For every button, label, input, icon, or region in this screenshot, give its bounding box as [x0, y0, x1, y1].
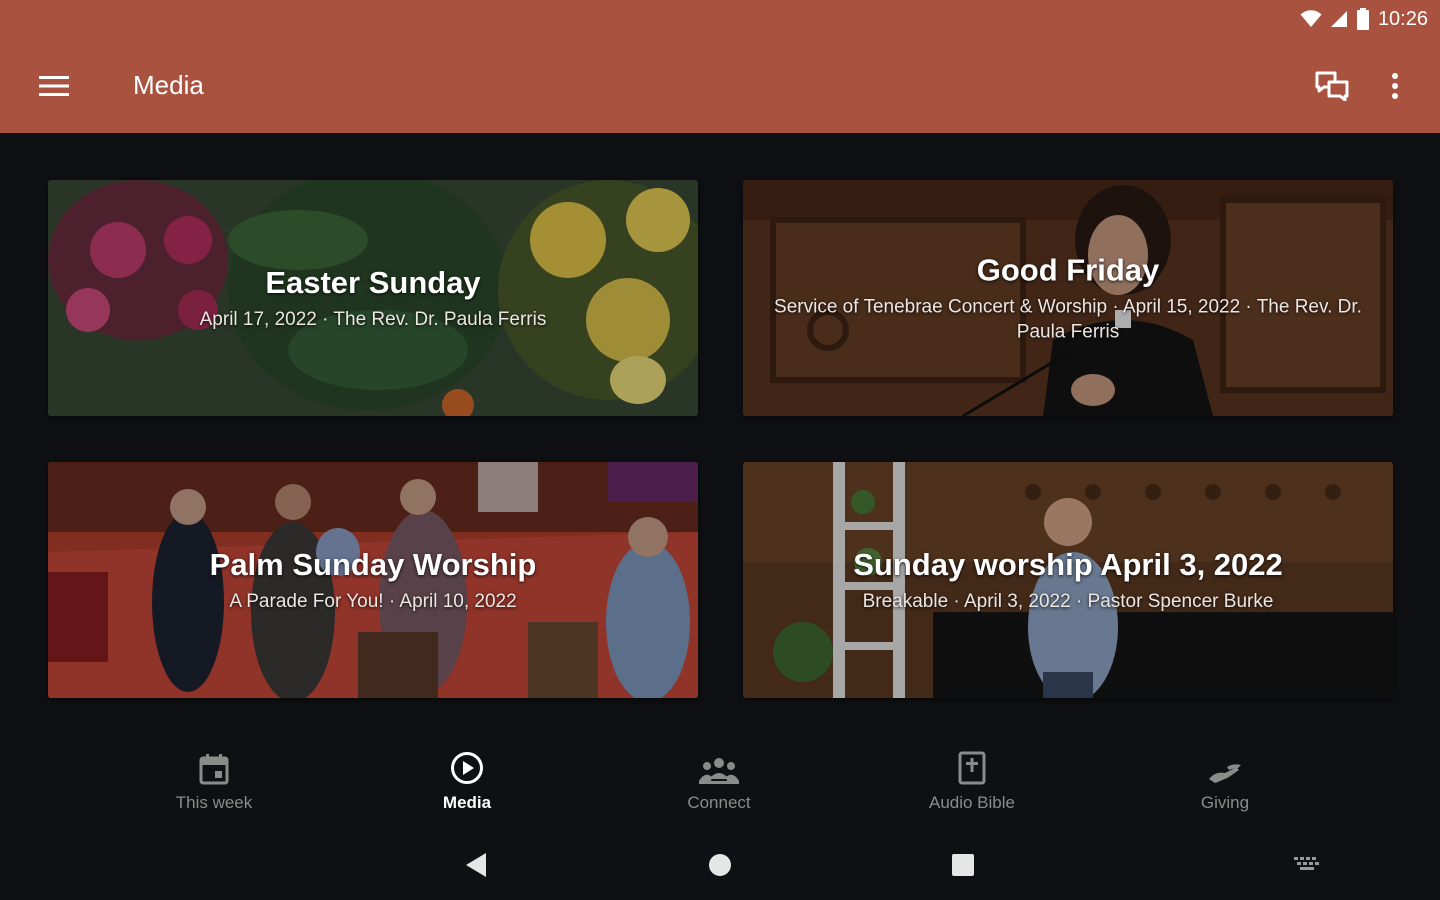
bottom-navigation: This week Media Connect Audio Bible Givi… [0, 745, 1440, 830]
nav-item-giving[interactable]: Giving [1140, 745, 1310, 830]
media-title: Easter Sunday [265, 264, 481, 300]
media-subtitle: Breakable · April 3, 2022 · Pastor Spenc… [862, 591, 1274, 613]
media-card-easter-sunday[interactable]: Easter Sunday April 17, 2022 · The Rev. … [48, 180, 698, 416]
app-bar: Media [0, 50, 1440, 122]
app-header: 10:26 Media [0, 0, 1440, 133]
signal-icon [1330, 11, 1347, 27]
nav-label: Giving [1200, 793, 1250, 812]
giving-hand-icon [1209, 764, 1241, 783]
more-vert-icon [1392, 73, 1398, 99]
home-icon [709, 854, 731, 876]
recents-icon [952, 854, 974, 876]
chat-icon [1315, 71, 1349, 101]
nav-label: Connect [687, 793, 751, 812]
media-card-palm-sunday-worship[interactable]: Palm Sunday Worship A Parade For You! · … [48, 462, 698, 698]
nav-item-this-week[interactable]: This week [129, 745, 299, 830]
system-navigation [0, 840, 1440, 890]
menu-icon [39, 76, 69, 96]
battery-icon [1356, 8, 1369, 30]
chat-button[interactable] [1310, 66, 1354, 106]
keyboard-button[interactable] [1287, 850, 1327, 880]
keyboard-icon [1294, 857, 1319, 870]
recents-button[interactable] [943, 850, 983, 880]
nav-item-audio-bible[interactable]: Audio Bible [887, 745, 1057, 830]
back-icon [466, 853, 486, 877]
status-bar: 10:26 [1300, 6, 1428, 32]
nav-label: Audio Bible [928, 793, 1015, 812]
menu-button[interactable] [30, 66, 78, 106]
back-button[interactable] [456, 850, 496, 880]
media-title: Palm Sunday Worship [209, 546, 537, 582]
group-icon [699, 758, 739, 784]
nav-item-connect[interactable]: Connect [634, 745, 804, 830]
media-card-sunday-worship-april-3[interactable]: Sunday worship April 3, 2022 Breakable ·… [743, 462, 1393, 698]
nav-label: This week [175, 793, 253, 812]
media-subtitle: April 17, 2022 · The Rev. Dr. Paula Ferr… [199, 309, 547, 331]
calendar-icon [199, 754, 229, 785]
status-time: 10:26 [1377, 7, 1428, 30]
media-title: Sunday worship April 3, 2022 [853, 546, 1283, 582]
media-subtitle: Service of Tenebrae Concert & Worship · … [774, 296, 1362, 343]
home-button[interactable] [700, 850, 740, 880]
nav-label: Media [442, 793, 492, 812]
page-title: Media [133, 70, 204, 100]
media-subtitle: A Parade For You! · April 10, 2022 [229, 591, 517, 613]
media-card-good-friday[interactable]: Good Friday Service of Tenebrae Concert … [743, 180, 1393, 416]
more-options-button[interactable] [1378, 66, 1412, 106]
media-title: Good Friday [976, 252, 1160, 288]
play-circle-icon [451, 752, 483, 784]
wifi-icon [1300, 10, 1322, 27]
bible-icon [958, 751, 986, 785]
nav-item-media[interactable]: Media [382, 745, 552, 830]
